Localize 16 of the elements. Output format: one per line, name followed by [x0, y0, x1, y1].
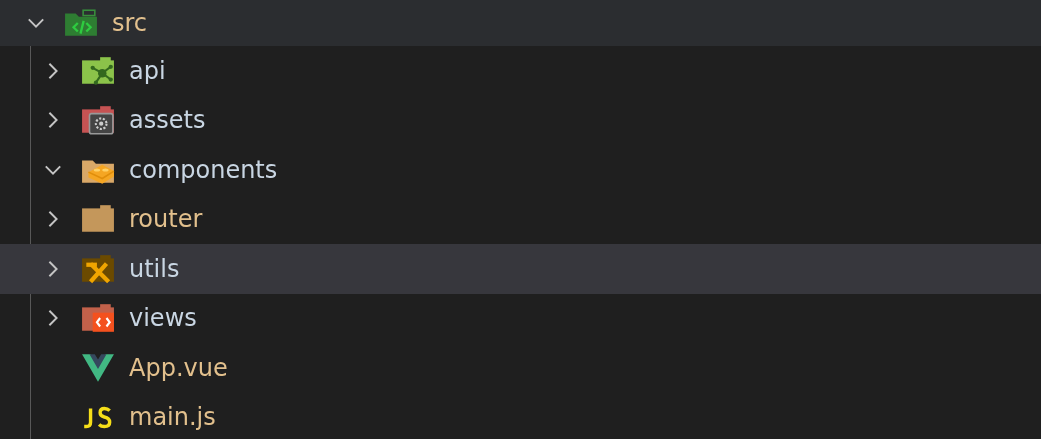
tree-item[interactable]: src: [0, 0, 1041, 46]
tree-item[interactable]: App.vue: [0, 343, 1041, 393]
tree-item[interactable]: utils: [0, 244, 1041, 294]
tree-item[interactable]: api: [0, 46, 1041, 96]
tree-item[interactable]: components: [0, 145, 1041, 195]
tree-item[interactable]: main.js: [0, 392, 1041, 439]
vue-logo-icon: [81, 352, 115, 383]
code-folder-icon: [64, 8, 98, 38]
code-folder-icon: [81, 303, 115, 334]
tree-item[interactable]: router: [0, 194, 1041, 244]
tree-item[interactable]: views: [0, 293, 1041, 343]
folder-icon: [81, 204, 115, 235]
network-folder-icon: [81, 55, 115, 86]
gear-folder-icon: [81, 105, 115, 136]
tools-folder-icon: [81, 253, 115, 284]
tree-item[interactable]: assets: [0, 95, 1041, 145]
